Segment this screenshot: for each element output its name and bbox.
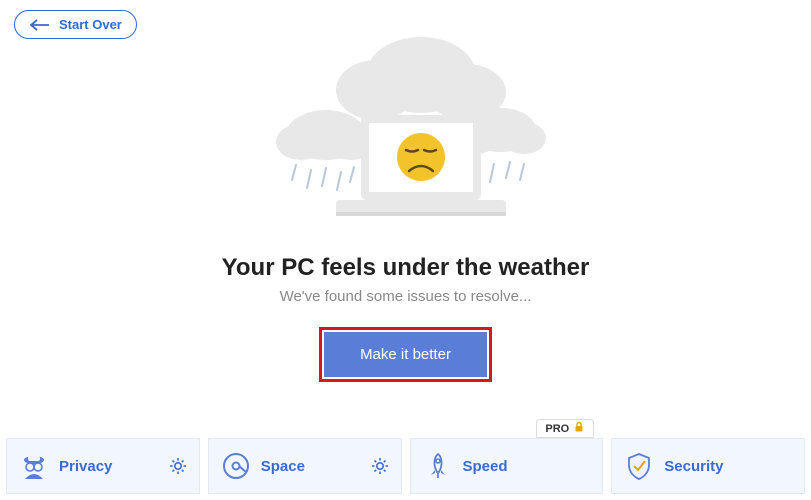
lock-icon bbox=[573, 421, 585, 436]
sad-laptop-illustration bbox=[226, 20, 586, 240]
speed-card[interactable]: PRO Speed bbox=[410, 438, 604, 494]
subline: We've found some issues to resolve... bbox=[280, 288, 532, 305]
security-card[interactable]: Security bbox=[611, 438, 805, 494]
disk-icon bbox=[221, 451, 251, 481]
privacy-label: Privacy bbox=[59, 458, 169, 475]
space-label: Space bbox=[261, 458, 371, 475]
cta-highlight: Make it better bbox=[319, 327, 492, 382]
privacy-card[interactable]: Privacy bbox=[6, 438, 200, 494]
pro-label: PRO bbox=[545, 423, 569, 435]
gear-icon[interactable] bbox=[169, 457, 187, 475]
space-card[interactable]: Space bbox=[208, 438, 402, 494]
rocket-icon bbox=[423, 451, 453, 481]
gear-icon[interactable] bbox=[371, 457, 389, 475]
make-it-better-button[interactable]: Make it better bbox=[324, 332, 487, 377]
headline: Your PC feels under the weather bbox=[222, 254, 590, 282]
spy-icon bbox=[19, 451, 49, 481]
pro-badge: PRO bbox=[536, 419, 594, 438]
main-panel: Your PC feels under the weather We've fo… bbox=[0, 20, 811, 382]
category-cards: Privacy Space PRO bbox=[6, 438, 805, 494]
security-label: Security bbox=[664, 458, 792, 475]
shield-icon bbox=[624, 451, 654, 481]
speed-label: Speed bbox=[463, 458, 591, 475]
